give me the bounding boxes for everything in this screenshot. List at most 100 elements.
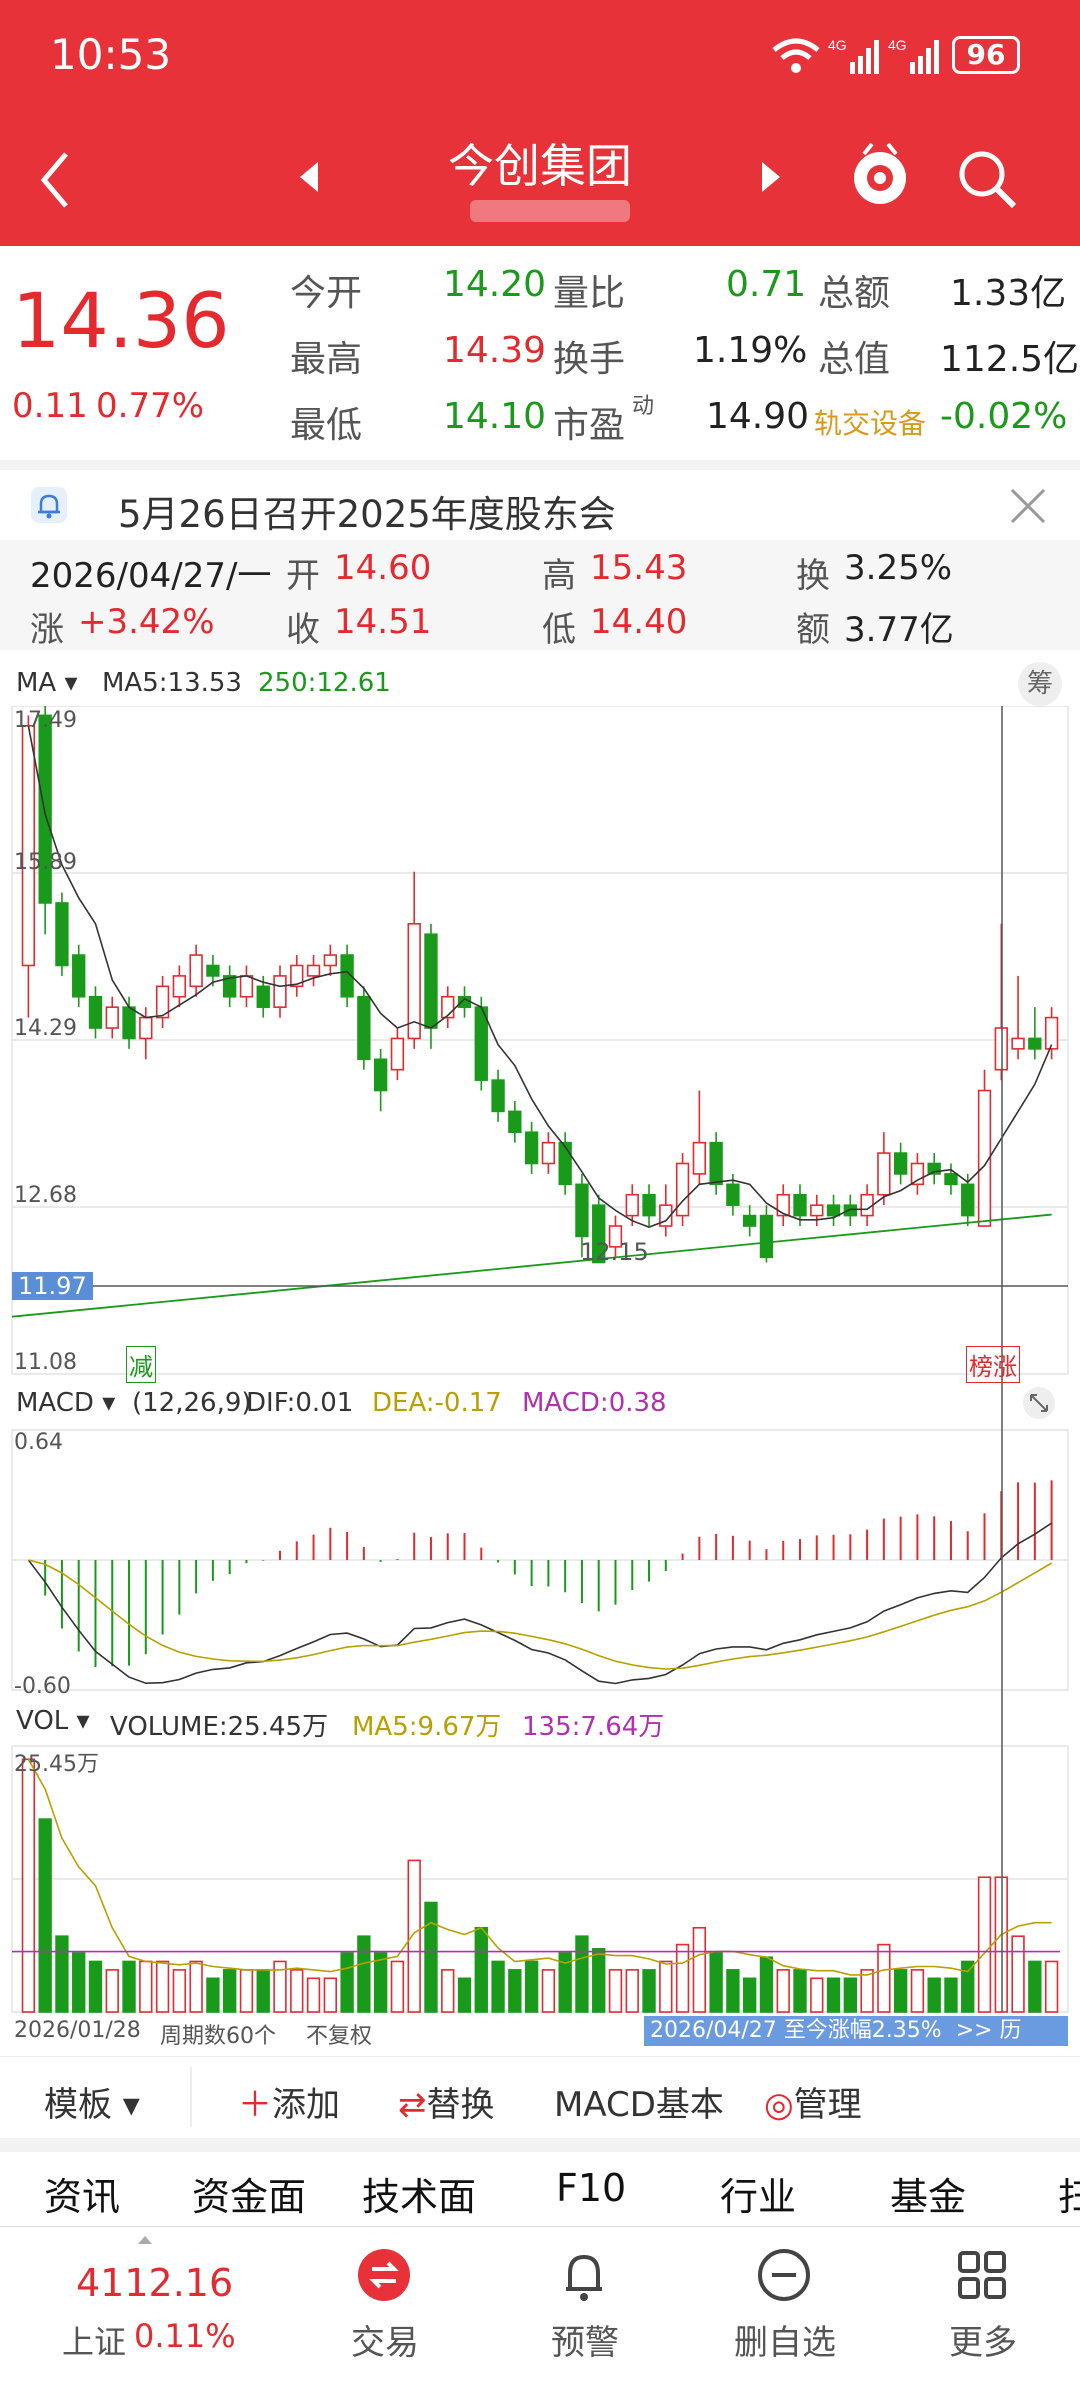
kline-svg: [11, 706, 1069, 2013]
candle-body: [1011, 1037, 1025, 1050]
candle-body: [189, 954, 203, 988]
macd-selector[interactable]: MACD ▾: [16, 1388, 115, 1418]
candle-body: [357, 995, 371, 1061]
adjust-mode[interactable]: 不复权: [306, 2018, 372, 2050]
volume-bar: [122, 1960, 136, 2013]
candle-body: [575, 1183, 589, 1238]
back-icon[interactable]: [36, 150, 76, 214]
y-tick: 14.29: [14, 1016, 77, 1041]
vol-ma135-legend: 135:7.64万: [522, 1712, 665, 1742]
index-change: 0.11%: [134, 2317, 236, 2355]
template-button[interactable]: 模板 ▾: [44, 2077, 140, 2126]
status-time: 10:53: [50, 30, 172, 79]
add-button[interactable]: ＋添加: [238, 2077, 340, 2126]
volume-bar: [726, 1969, 740, 2013]
volume-bar: [172, 1969, 187, 2013]
stock-title: 今创集团: [448, 139, 632, 193]
volume-bar: [977, 1876, 992, 2013]
detail-open-label: 开: [286, 556, 320, 596]
volume-bar: [860, 1969, 874, 2013]
candle-body: [256, 985, 270, 1008]
volume-bar: [625, 1969, 639, 2013]
label-high: 最高: [290, 339, 363, 380]
industry-name[interactable]: 轨交设备: [814, 402, 926, 442]
tab-f10[interactable]: F10: [556, 2166, 626, 2210]
candle-body: [172, 975, 187, 998]
volume-bar: [709, 1952, 723, 2013]
detail-open: 14.60: [334, 548, 432, 588]
value-vol-ratio: 0.71: [726, 264, 807, 305]
period-count: 周期数60个: [160, 2024, 276, 2049]
candle-body: [21, 725, 36, 967]
volume-bar: [1011, 1935, 1025, 2013]
label-pe-dynamic: 动: [632, 394, 655, 419]
range-summary[interactable]: 2026/04/27 至今涨幅2.35% >> 历: [644, 2016, 1068, 2046]
ma-selector[interactable]: MA ▾: [16, 668, 78, 698]
more-button[interactable]: 更多: [928, 2315, 1038, 2364]
tab-news[interactable]: 资讯: [44, 2166, 120, 2221]
assistant-icon[interactable]: [850, 140, 910, 214]
detail-turnover-label: 换: [796, 556, 830, 596]
volume-bar: [206, 1977, 220, 2013]
chip-button[interactable]: 筹: [1018, 662, 1062, 706]
bell-icon[interactable]: [556, 2247, 612, 2307]
detail-amount-label: 额: [796, 610, 830, 650]
candle-body: [390, 1037, 405, 1071]
wifi-icon: [770, 36, 822, 80]
manage-button[interactable]: ◎管理: [764, 2077, 862, 2126]
chart-area[interactable]: MA ▾ MA5:13.53 250:12.61 筹 17.49 15.89 1…: [0, 656, 1080, 2056]
grid-more-icon[interactable]: [954, 2247, 1010, 2307]
candle-body: [893, 1152, 908, 1175]
volume-bar: [659, 1960, 673, 2013]
volume-bar: [1044, 1960, 1059, 2013]
volume-bar: [38, 1818, 52, 2013]
volume-bar: [256, 1969, 270, 2013]
volume-bar: [759, 1956, 774, 2013]
quote-panel: 14.36 0.11 0.77% 今开 14.20 量比 0.71 总额 1.3…: [0, 246, 1080, 460]
label-open: 今开: [290, 273, 363, 314]
alert-button[interactable]: 预警: [530, 2315, 640, 2364]
remove-watchlist-icon[interactable]: [756, 2247, 812, 2307]
value-pe: 14.90: [706, 396, 810, 437]
tab-technical[interactable]: 技术面: [362, 2166, 476, 2221]
volume-bar: [424, 1901, 438, 2013]
tab-more[interactable]: 扫: [1058, 2166, 1080, 2221]
volume-bar: [944, 1977, 958, 2013]
trade-button[interactable]: 交易: [330, 2315, 440, 2364]
index-value[interactable]: 4112.16: [76, 2261, 233, 2305]
trade-icon[interactable]: [356, 2247, 412, 2307]
dragon-tiger-tag[interactable]: 榜涨: [966, 1346, 1020, 1383]
volume-bar: [105, 1969, 119, 2013]
macd-basic-button[interactable]: MACD基本: [554, 2077, 724, 2126]
volume-bar: [223, 1969, 237, 2013]
close-icon[interactable]: [1008, 486, 1048, 530]
volume-bar: [306, 1977, 321, 2013]
candle-body: [558, 1141, 572, 1186]
tab-fund[interactable]: 基金: [890, 2166, 966, 2221]
volume-bar: [1028, 1960, 1042, 2013]
candle-body: [373, 1058, 388, 1092]
volume-bar: [592, 1948, 606, 2013]
detail-close: 14.51: [334, 602, 432, 642]
search-icon[interactable]: [956, 148, 1018, 214]
tab-capital[interactable]: 资金面: [192, 2166, 306, 2221]
volume-bar: [508, 1969, 522, 2013]
prev-stock-icon[interactable]: [298, 160, 322, 198]
volume-bar: [21, 1758, 36, 2013]
volume-bar: [575, 1935, 589, 2013]
remove-watchlist-button[interactable]: 删自选: [720, 2315, 850, 2364]
low-price-marker: 12.15: [580, 1238, 649, 1266]
next-stock-icon[interactable]: [758, 160, 782, 198]
volume-bar: [524, 1960, 539, 2013]
vol-selector[interactable]: VOL ▾: [16, 1706, 90, 1736]
ma5-legend: MA5:13.53: [102, 668, 242, 698]
expand-icon[interactable]: [1022, 1386, 1056, 1424]
tab-industry[interactable]: 行业: [720, 2166, 796, 2221]
notice-bar[interactable]: 5月26日召开2025年度股东会: [0, 470, 1080, 540]
replace-button[interactable]: ⇄替换: [398, 2077, 495, 2126]
ma250-line: [11, 1213, 1052, 1318]
reduce-tag[interactable]: 减: [126, 1346, 156, 1383]
candle-body: [944, 1173, 958, 1186]
label-low: 最低: [290, 405, 363, 446]
volume-bar: [843, 1977, 857, 2013]
